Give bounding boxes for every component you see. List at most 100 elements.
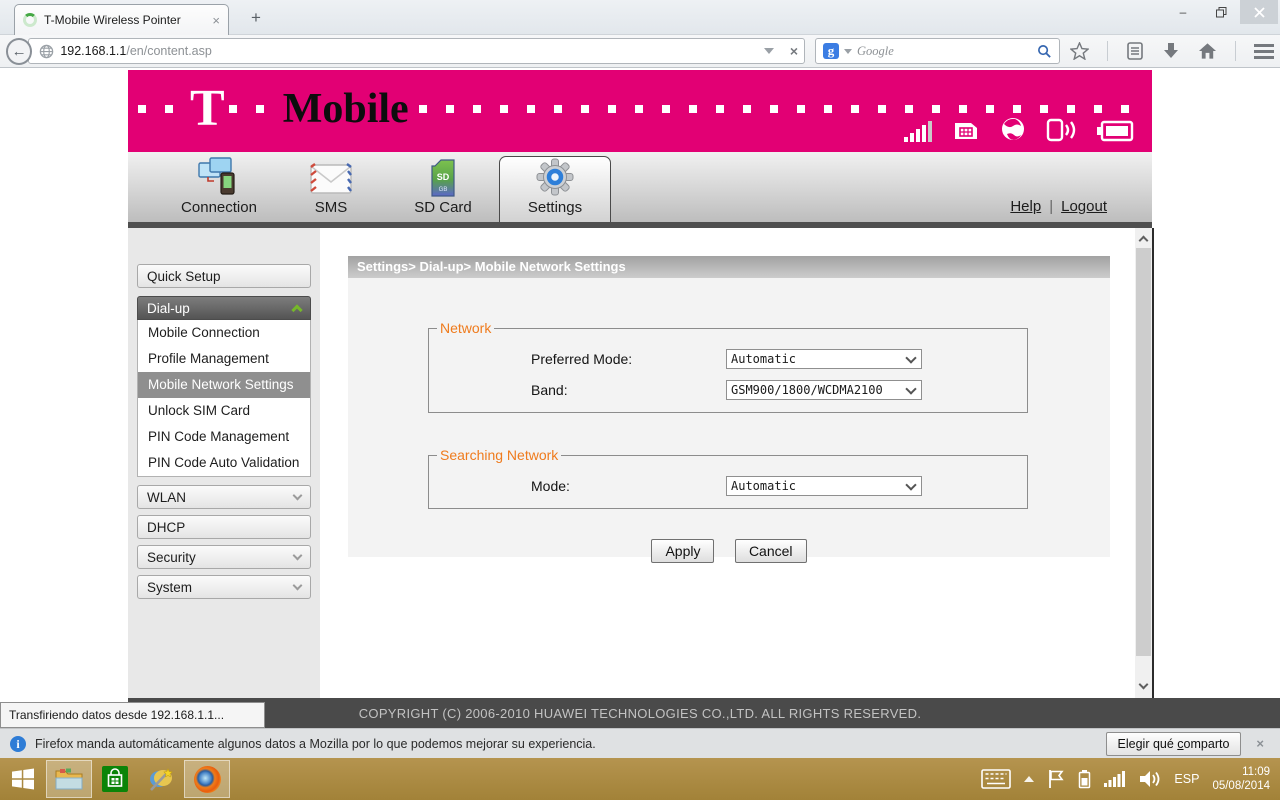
sidebar-item-profile-management[interactable]: Profile Management	[138, 346, 310, 372]
notification-close-icon[interactable]: ×	[1256, 736, 1264, 751]
home-icon[interactable]	[1198, 42, 1217, 60]
url-text[interactable]: 192.168.1.1/en/content.asp	[60, 44, 758, 58]
site-globe-icon	[40, 44, 54, 58]
sidebar-menu: Quick Setup Dial-up Mobile Connection Pr…	[128, 228, 320, 698]
logo-dots	[138, 105, 184, 113]
scrollbar-thumb[interactable]	[1136, 248, 1151, 656]
bookmarks-menu-icon[interactable]	[1126, 42, 1144, 60]
clock-time: 11:09	[1242, 766, 1270, 778]
show-hidden-icons[interactable]	[1024, 776, 1035, 782]
address-bar[interactable]: 192.168.1.1/en/content.asp ×	[28, 38, 806, 64]
divider	[1235, 41, 1236, 61]
searching-mode-select[interactable]: Automatic	[726, 476, 922, 496]
page-scrollbar[interactable]	[1135, 228, 1152, 698]
window-controls: –	[1164, 0, 1278, 24]
settings-gear-icon	[535, 157, 575, 197]
sidebar-group-dhcp[interactable]: DHCP	[137, 515, 311, 539]
sidebar-item-quick-setup[interactable]: Quick Setup	[137, 264, 311, 288]
main-nav-tabs: Connection SMS SD GB SD Card Settings He…	[128, 152, 1152, 222]
store-icon	[102, 766, 128, 792]
loading-spinner-icon	[23, 13, 37, 27]
sidebar-item-mobile-connection[interactable]: Mobile Connection	[138, 320, 310, 346]
sidebar-group-wlan[interactable]: WLAN	[137, 485, 311, 509]
info-icon: i	[10, 735, 26, 752]
logo-dots	[418, 105, 1146, 113]
network-signal-icon[interactable]	[1104, 770, 1126, 788]
sidebar-group-dialup[interactable]: Dial-up	[137, 296, 311, 320]
back-button[interactable]: ←	[6, 37, 33, 65]
windows-taskbar: ESP 11:09 05/08/2014	[0, 758, 1280, 800]
scroll-up-arrow[interactable]	[1135, 230, 1152, 246]
choose-share-button[interactable]: Elegir qué comparto	[1105, 731, 1242, 756]
cancel-button[interactable]: Cancel	[734, 539, 807, 563]
chevron-down-icon	[292, 580, 303, 591]
settings-form-panel: Network Preferred Mode: Automatic Band:	[348, 278, 1110, 563]
menu-hamburger-icon[interactable]	[1254, 43, 1274, 59]
sidebar-item-pin-code-auto-validation[interactable]: PIN Code Auto Validation	[138, 450, 310, 476]
sidebar-item-mobile-network-settings[interactable]: Mobile Network Settings	[138, 372, 310, 398]
sidebar-item-pin-code-management[interactable]: PIN Code Management	[138, 424, 310, 450]
sidebar-item-unlock-sim-card[interactable]: Unlock SIM Card	[138, 398, 310, 424]
browser-tab[interactable]: T-Mobile Wireless Pointer ×	[14, 4, 229, 35]
screen: T-Mobile Wireless Pointer × + – ← 192.16…	[0, 0, 1280, 800]
help-link[interactable]: Help	[1010, 198, 1041, 215]
taskbar-utility-wizard[interactable]	[138, 760, 184, 798]
preferred-mode-select[interactable]: Automatic	[726, 349, 922, 369]
logout-link[interactable]: Logout	[1061, 198, 1107, 215]
url-dropdown-icon[interactable]	[763, 48, 774, 54]
search-magnifier-icon[interactable]	[1037, 44, 1052, 59]
touch-keyboard-icon[interactable]	[981, 769, 1012, 789]
chevron-down-icon	[292, 490, 303, 501]
scroll-down-arrow[interactable]	[1135, 678, 1152, 694]
close-button[interactable]	[1240, 0, 1278, 24]
speaker-icon[interactable]	[1139, 769, 1161, 789]
search-bar[interactable]: g Google	[815, 38, 1060, 64]
svg-text:GB: GB	[439, 187, 448, 193]
url-path: /en/content.asp	[126, 44, 212, 58]
tab-sdcard[interactable]: SD GB SD Card	[387, 152, 499, 222]
taskbar-clock[interactable]: 11:09 05/08/2014	[1212, 765, 1270, 793]
tab-settings[interactable]: Settings	[499, 156, 611, 222]
apply-button[interactable]: Apply	[651, 539, 715, 563]
tab-label: SD Card	[414, 199, 472, 216]
connection-icon	[197, 155, 241, 197]
tab-close-icon[interactable]: ×	[212, 13, 220, 28]
logo-dots	[228, 105, 279, 113]
device-signal-icon	[1046, 118, 1076, 142]
new-tab-button[interactable]: +	[243, 8, 269, 28]
tab-sms[interactable]: SMS	[275, 152, 387, 222]
bookmark-star-icon[interactable]	[1070, 42, 1089, 60]
start-button[interactable]	[0, 760, 46, 798]
notification-text: Firefox manda automáticamente algunos da…	[35, 736, 596, 751]
restore-button[interactable]	[1202, 0, 1240, 24]
sidebar-group-label: DHCP	[147, 519, 186, 535]
downloads-icon[interactable]	[1162, 42, 1180, 60]
taskbar-firefox[interactable]	[184, 760, 230, 798]
taskbar-windows-store[interactable]	[92, 760, 138, 798]
network-legend: Network	[440, 320, 492, 336]
copyright-text: COPYRIGHT (C) 2006-2010 HUAWEI TECHNOLOG…	[358, 705, 922, 721]
stop-button[interactable]: ×	[790, 43, 798, 59]
globe-icon	[1002, 118, 1024, 140]
firefox-icon	[193, 765, 221, 793]
signal-strength-icon	[904, 121, 932, 142]
search-engine-dropdown-icon[interactable]	[844, 48, 853, 54]
battery-tray-icon[interactable]	[1078, 769, 1091, 789]
action-center-flag-icon[interactable]	[1047, 769, 1065, 789]
svg-text:SD: SD	[437, 172, 450, 182]
sidebar-group-security[interactable]: Security	[137, 545, 311, 569]
sidebar-group-system[interactable]: System	[137, 575, 311, 599]
tab-connection[interactable]: Connection	[163, 152, 275, 222]
language-indicator[interactable]: ESP	[1174, 772, 1199, 786]
wizard-utility-icon	[150, 768, 173, 791]
minimize-button[interactable]: –	[1164, 0, 1202, 24]
banner-status-icons	[904, 116, 1134, 142]
band-select[interactable]: GSM900/1800/WCDMA2100	[726, 380, 922, 400]
dialup-submenu: Mobile Connection Profile Management Mob…	[137, 320, 311, 477]
taskbar-file-explorer[interactable]	[46, 760, 92, 798]
toolbar-icons	[1070, 41, 1274, 61]
session-links: Help | Logout	[1010, 198, 1107, 215]
url-host: 192.168.1.1	[60, 44, 127, 58]
searching-network-fieldset: Searching Network Mode: Automatic	[428, 447, 1028, 509]
tab-label: SMS	[314, 199, 348, 216]
